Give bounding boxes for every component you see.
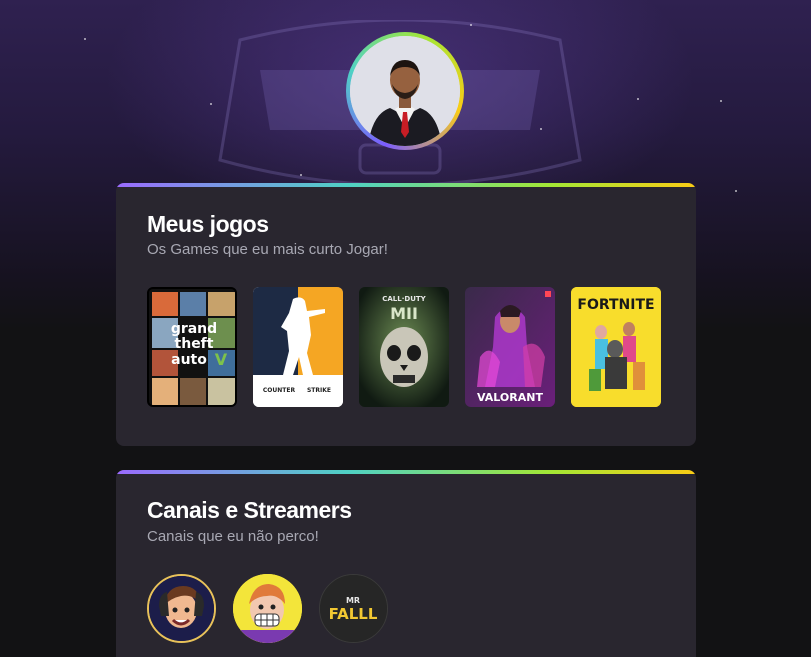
avatar: [350, 36, 460, 146]
gta-cover-icon: grand theft auto V: [149, 289, 235, 405]
svg-text:V: V: [215, 350, 228, 369]
games-title: Meus jogos: [147, 211, 269, 237]
fortnite-cover-icon: FORTNITE: [571, 287, 661, 407]
svg-text:auto: auto: [171, 352, 207, 368]
star: [84, 38, 86, 40]
game-gta-v[interactable]: grand theft auto V: [147, 287, 237, 407]
streamer-mr-falll[interactable]: MR FALLL: [319, 574, 388, 643]
streamer-2[interactable]: [233, 574, 302, 643]
svg-text:theft: theft: [175, 336, 214, 352]
cartoon-avatar-icon: [149, 576, 214, 641]
svg-text:STRIKE: STRIKE: [307, 387, 331, 394]
cs-cover-icon: COUNTER STRIKE: [253, 287, 343, 407]
game-fortnite[interactable]: FORTNITE: [571, 287, 661, 407]
svg-text:grand: grand: [171, 321, 217, 337]
streamer-1[interactable]: [147, 574, 216, 643]
person-photo: [350, 36, 460, 146]
game-valorant[interactable]: VALORANT: [465, 287, 555, 407]
star: [470, 24, 472, 26]
svg-text:MII: MII: [390, 304, 418, 323]
game-call-of-duty[interactable]: CALL·DUTY MII: [359, 287, 449, 407]
streams-subtitle: Canais que eu não perco!: [147, 528, 319, 545]
svg-text:MR: MR: [346, 596, 360, 605]
streams-title: Canais e Streamers: [147, 497, 352, 523]
games-list: grand theft auto V COUNTER STRIKE CALL·D…: [147, 287, 661, 407]
star: [735, 190, 737, 192]
cartoon-avatar-icon: [233, 574, 302, 643]
games-card: Meus jogos Os Games que eu mais curto Jo…: [116, 183, 696, 446]
svg-text:VALORANT: VALORANT: [477, 391, 543, 404]
star: [637, 98, 639, 100]
svg-text:COUNTER: COUNTER: [263, 387, 296, 394]
star: [210, 103, 212, 105]
streamers-list: MR FALLL: [147, 574, 388, 643]
star: [540, 128, 542, 130]
profile-avatar: [346, 32, 464, 150]
star: [300, 174, 302, 176]
games-subtitle: Os Games que eu mais curto Jogar!: [147, 241, 388, 258]
falll-logo-icon: MR FALLL: [320, 575, 387, 642]
svg-text:FORTNITE: FORTNITE: [577, 297, 654, 313]
valorant-cover-icon: VALORANT: [465, 287, 555, 407]
svg-text:FALLL: FALLL: [329, 605, 378, 623]
cod-cover-icon: CALL·DUTY MII: [359, 287, 449, 407]
svg-text:CALL·DUTY: CALL·DUTY: [382, 295, 426, 303]
game-counter-strike[interactable]: COUNTER STRIKE: [253, 287, 343, 407]
streams-card: Canais e Streamers Canais que eu não per…: [116, 470, 696, 657]
star: [720, 100, 722, 102]
